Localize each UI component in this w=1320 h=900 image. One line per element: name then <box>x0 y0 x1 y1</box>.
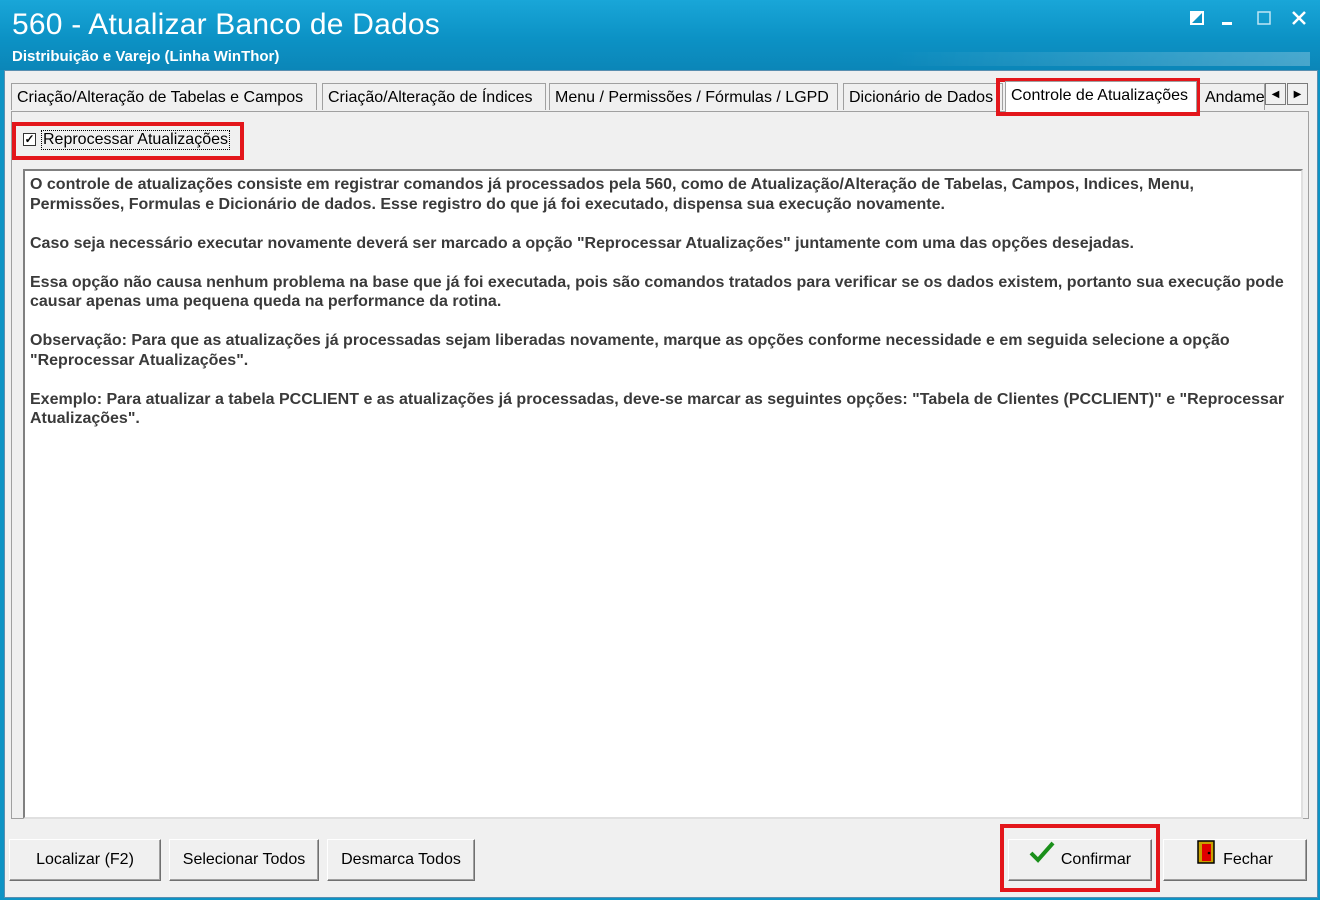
selecionar-todos-button[interactable]: Selecionar Todos <box>169 839 319 881</box>
tab-indices[interactable]: Criação/Alteração de Índices <box>322 83 546 110</box>
fechar-label: Fechar <box>1223 851 1273 869</box>
tab-scroll-left-button[interactable]: ◀ <box>1265 83 1286 105</box>
arrow-right-icon: ▶ <box>1293 89 1302 100</box>
tab-strip: Criação/Alteração de Tabelas e Campos Cr… <box>11 81 1311 112</box>
reprocessar-checkbox[interactable]: ✓ <box>23 133 36 146</box>
window-subtitle: Distribuição e Varejo (Linha WinThor) <box>12 48 280 65</box>
restore-icon[interactable] <box>1184 8 1210 34</box>
memo-paragraph: O controle de atualizações consiste em r… <box>30 176 1194 213</box>
localizar-button[interactable]: Localizar (F2) <box>9 839 161 881</box>
reprocessar-checkbox-label[interactable]: Reprocessar Atualizações <box>41 130 230 150</box>
localizar-label: Localizar (F2) <box>36 851 134 868</box>
selecionar-label: Selecionar Todos <box>182 851 306 868</box>
window-title: 560 - Atualizar Banco de Dados <box>12 8 440 41</box>
exit-door-icon <box>1197 840 1215 880</box>
memo-text: O controle de atualizações consiste em r… <box>30 175 1290 448</box>
tab-controle-atualizacoes[interactable]: Controle de Atualizações <box>1005 81 1197 112</box>
close-icon[interactable] <box>1286 8 1312 34</box>
tab-scroll-right-button[interactable]: ▶ <box>1287 83 1308 105</box>
application-window: 560 - Atualizar Banco de Dados Distribui… <box>0 0 1320 900</box>
tab-andamento[interactable]: Andame <box>1199 83 1265 110</box>
maximize-icon[interactable] <box>1251 8 1277 34</box>
tab-tabelas-campos[interactable]: Criação/Alteração de Tabelas e Campos <box>11 83 317 110</box>
check-icon <box>1029 840 1055 880</box>
minimize-icon[interactable] <box>1214 8 1240 34</box>
confirmar-label: Confirmar <box>1060 851 1132 869</box>
arrow-left-icon: ◀ <box>1271 89 1280 100</box>
memo-paragraph: Observação: Para que as atualizações já … <box>30 332 1230 369</box>
confirmar-button[interactable]: Confirmar <box>1008 839 1152 881</box>
info-memo[interactable]: O controle de atualizações consiste em r… <box>23 169 1303 819</box>
dialog-client-area: Criação/Alteração de Tabelas e Campos Cr… <box>4 70 1318 898</box>
desmarca-todos-button[interactable]: Desmarca Todos <box>327 839 475 881</box>
fechar-button[interactable]: Fechar <box>1163 839 1307 881</box>
tab-dicionario[interactable]: Dicionário de Dados <box>843 83 1003 110</box>
memo-paragraph: Exemplo: Para atualizar a tabela PCCLIEN… <box>30 390 1285 428</box>
title-decoration <box>890 52 1310 66</box>
memo-paragraph: Caso seja necessário executar novamente … <box>30 234 1134 252</box>
title-bar[interactable]: 560 - Atualizar Banco de Dados Distribui… <box>0 0 1320 70</box>
tab-menu-permissoes[interactable]: Menu / Permissões / Fórmulas / LGPD <box>549 83 838 110</box>
memo-paragraph: Essa opção não causa nenhum problema na … <box>30 273 1284 311</box>
desmarca-label: Desmarca Todos <box>341 851 461 868</box>
